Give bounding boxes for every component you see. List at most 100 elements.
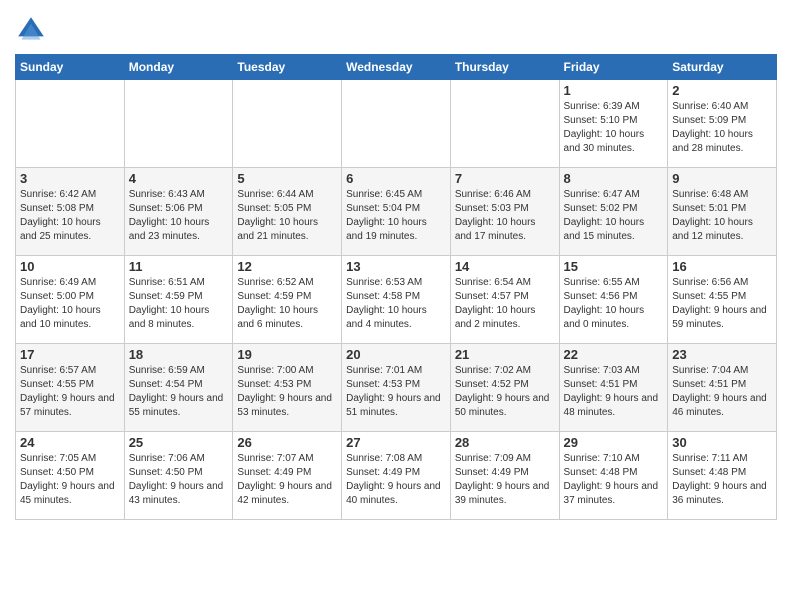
calendar-cell: 18Sunrise: 6:59 AM Sunset: 4:54 PM Dayli… xyxy=(124,344,233,432)
day-info: Sunrise: 6:42 AM Sunset: 5:08 PM Dayligh… xyxy=(20,188,120,244)
calendar-cell: 19 Sunrise: 7:00 AM Sunset: 4:53 PM Dayli… xyxy=(233,344,342,432)
day-number: 4 xyxy=(129,171,229,186)
day-info: Sunrise: 6:54 AM Sunset: 4:57 PM Dayligh… xyxy=(455,276,555,332)
calendar-cell: 21Sunrise: 7:02 AM Sunset: 4:52 PM Dayli… xyxy=(450,344,559,432)
calendar-cell: 25 Sunrise: 7:06 AM Sunset: 4:50 PM Dayli… xyxy=(124,432,233,520)
calendar-header-monday: Monday xyxy=(124,55,233,80)
day-number: 3 xyxy=(20,171,120,186)
day-info: Sunrise: 7:11 AM Sunset: 4:48 PM Dayligh… xyxy=(672,452,772,508)
calendar-cell: 4Sunrise: 6:43 AM Sunset: 5:06 PM Daylig… xyxy=(124,168,233,256)
calendar-cell: 3 Sunrise: 6:42 AM Sunset: 5:08 PM Daylig… xyxy=(16,168,125,256)
day-number: 1 xyxy=(564,83,664,98)
logo-icon xyxy=(15,14,47,46)
calendar-cell: 11 Sunrise: 6:51 AM Sunset: 4:59 PM Dayli… xyxy=(124,256,233,344)
calendar-cell: 29 Sunrise: 7:10 AM Sunset: 4:48 PM Dayli… xyxy=(559,432,668,520)
calendar-table: SundayMondayTuesdayWednesdayThursdayFrid… xyxy=(15,54,777,520)
day-info: Sunrise: 7:00 AM Sunset: 4:53 PM Dayligh… xyxy=(237,364,337,420)
day-number: 19 xyxy=(237,347,337,362)
calendar-cell: 22 Sunrise: 7:03 AM Sunset: 4:51 PM Dayli… xyxy=(559,344,668,432)
calendar-cell: 24Sunrise: 7:05 AM Sunset: 4:50 PM Dayli… xyxy=(16,432,125,520)
day-number: 8 xyxy=(564,171,664,186)
day-number: 27 xyxy=(346,435,446,450)
day-number: 7 xyxy=(455,171,555,186)
day-info: Sunrise: 6:39 AM Sunset: 5:10 PM Dayligh… xyxy=(564,100,664,156)
day-number: 14 xyxy=(455,259,555,274)
calendar-cell: 7Sunrise: 6:46 AM Sunset: 5:03 PM Daylig… xyxy=(450,168,559,256)
day-info: Sunrise: 6:48 AM Sunset: 5:01 PM Dayligh… xyxy=(672,188,772,244)
calendar-cell: 10 Sunrise: 6:49 AM Sunset: 5:00 PM Dayli… xyxy=(16,256,125,344)
day-info: Sunrise: 6:40 AM Sunset: 5:09 PM Dayligh… xyxy=(672,100,772,156)
day-info: Sunrise: 6:52 AM Sunset: 4:59 PM Dayligh… xyxy=(237,276,337,332)
calendar-cell: 9 Sunrise: 6:48 AM Sunset: 5:01 PM Daylig… xyxy=(668,168,777,256)
day-info: Sunrise: 6:53 AM Sunset: 4:58 PM Dayligh… xyxy=(346,276,446,332)
day-number: 25 xyxy=(129,435,229,450)
calendar-cell: 8 Sunrise: 6:47 AM Sunset: 5:02 PM Daylig… xyxy=(559,168,668,256)
calendar-cell: 13 Sunrise: 6:53 AM Sunset: 4:58 PM Dayli… xyxy=(342,256,451,344)
calendar-week-4: 17 Sunrise: 6:57 AM Sunset: 4:55 PM Dayli… xyxy=(16,344,777,432)
calendar-cell: 17 Sunrise: 6:57 AM Sunset: 4:55 PM Dayli… xyxy=(16,344,125,432)
day-number: 12 xyxy=(237,259,337,274)
page: SundayMondayTuesdayWednesdayThursdayFrid… xyxy=(0,0,792,535)
calendar-header-thursday: Thursday xyxy=(450,55,559,80)
day-info: Sunrise: 6:57 AM Sunset: 4:55 PM Dayligh… xyxy=(20,364,120,420)
day-info: Sunrise: 7:09 AM Sunset: 4:49 PM Dayligh… xyxy=(455,452,555,508)
day-info: Sunrise: 6:47 AM Sunset: 5:02 PM Dayligh… xyxy=(564,188,664,244)
day-number: 10 xyxy=(20,259,120,274)
day-info: Sunrise: 7:07 AM Sunset: 4:49 PM Dayligh… xyxy=(237,452,337,508)
calendar-week-5: 24Sunrise: 7:05 AM Sunset: 4:50 PM Dayli… xyxy=(16,432,777,520)
day-info: Sunrise: 6:49 AM Sunset: 5:00 PM Dayligh… xyxy=(20,276,120,332)
day-info: Sunrise: 7:10 AM Sunset: 4:48 PM Dayligh… xyxy=(564,452,664,508)
calendar-cell xyxy=(124,80,233,168)
day-number: 15 xyxy=(564,259,664,274)
day-number: 17 xyxy=(20,347,120,362)
day-number: 22 xyxy=(564,347,664,362)
day-number: 5 xyxy=(237,171,337,186)
day-info: Sunrise: 7:01 AM Sunset: 4:53 PM Dayligh… xyxy=(346,364,446,420)
day-number: 9 xyxy=(672,171,772,186)
calendar-cell xyxy=(342,80,451,168)
calendar-header-friday: Friday xyxy=(559,55,668,80)
logo xyxy=(15,14,51,46)
day-info: Sunrise: 6:45 AM Sunset: 5:04 PM Dayligh… xyxy=(346,188,446,244)
calendar-cell: 2 Sunrise: 6:40 AM Sunset: 5:09 PM Daylig… xyxy=(668,80,777,168)
calendar-cell: 15 Sunrise: 6:55 AM Sunset: 4:56 PM Dayli… xyxy=(559,256,668,344)
calendar-week-1: 1 Sunrise: 6:39 AM Sunset: 5:10 PM Daylig… xyxy=(16,80,777,168)
calendar-header-sunday: Sunday xyxy=(16,55,125,80)
calendar-cell: 14 Sunrise: 6:54 AM Sunset: 4:57 PM Dayli… xyxy=(450,256,559,344)
header xyxy=(15,10,777,46)
calendar-cell xyxy=(450,80,559,168)
calendar-cell: 28 Sunrise: 7:09 AM Sunset: 4:49 PM Dayli… xyxy=(450,432,559,520)
day-info: Sunrise: 7:06 AM Sunset: 4:50 PM Dayligh… xyxy=(129,452,229,508)
day-info: Sunrise: 6:55 AM Sunset: 4:56 PM Dayligh… xyxy=(564,276,664,332)
calendar-cell: 30Sunrise: 7:11 AM Sunset: 4:48 PM Dayli… xyxy=(668,432,777,520)
day-info: Sunrise: 7:08 AM Sunset: 4:49 PM Dayligh… xyxy=(346,452,446,508)
calendar-cell: 12 Sunrise: 6:52 AM Sunset: 4:59 PM Dayli… xyxy=(233,256,342,344)
day-number: 18 xyxy=(129,347,229,362)
day-number: 2 xyxy=(672,83,772,98)
day-number: 28 xyxy=(455,435,555,450)
day-number: 13 xyxy=(346,259,446,274)
day-info: Sunrise: 7:04 AM Sunset: 4:51 PM Dayligh… xyxy=(672,364,772,420)
day-info: Sunrise: 7:02 AM Sunset: 4:52 PM Dayligh… xyxy=(455,364,555,420)
calendar-cell: 27 Sunrise: 7:08 AM Sunset: 4:49 PM Dayli… xyxy=(342,432,451,520)
calendar-cell: 5Sunrise: 6:44 AM Sunset: 5:05 PM Daylig… xyxy=(233,168,342,256)
day-number: 20 xyxy=(346,347,446,362)
calendar-week-2: 3 Sunrise: 6:42 AM Sunset: 5:08 PM Daylig… xyxy=(16,168,777,256)
day-info: Sunrise: 6:51 AM Sunset: 4:59 PM Dayligh… xyxy=(129,276,229,332)
day-info: Sunrise: 7:03 AM Sunset: 4:51 PM Dayligh… xyxy=(564,364,664,420)
calendar-header-row: SundayMondayTuesdayWednesdayThursdayFrid… xyxy=(16,55,777,80)
day-info: Sunrise: 7:05 AM Sunset: 4:50 PM Dayligh… xyxy=(20,452,120,508)
day-number: 11 xyxy=(129,259,229,274)
day-number: 26 xyxy=(237,435,337,450)
calendar-cell: 20 Sunrise: 7:01 AM Sunset: 4:53 PM Dayli… xyxy=(342,344,451,432)
calendar-cell: 1 Sunrise: 6:39 AM Sunset: 5:10 PM Daylig… xyxy=(559,80,668,168)
calendar-header-wednesday: Wednesday xyxy=(342,55,451,80)
day-number: 29 xyxy=(564,435,664,450)
day-number: 23 xyxy=(672,347,772,362)
calendar-cell xyxy=(233,80,342,168)
day-info: Sunrise: 6:56 AM Sunset: 4:55 PM Dayligh… xyxy=(672,276,772,332)
calendar-cell xyxy=(16,80,125,168)
day-number: 16 xyxy=(672,259,772,274)
calendar-cell: 16 Sunrise: 6:56 AM Sunset: 4:55 PM Dayli… xyxy=(668,256,777,344)
calendar-cell: 23 Sunrise: 7:04 AM Sunset: 4:51 PM Dayli… xyxy=(668,344,777,432)
